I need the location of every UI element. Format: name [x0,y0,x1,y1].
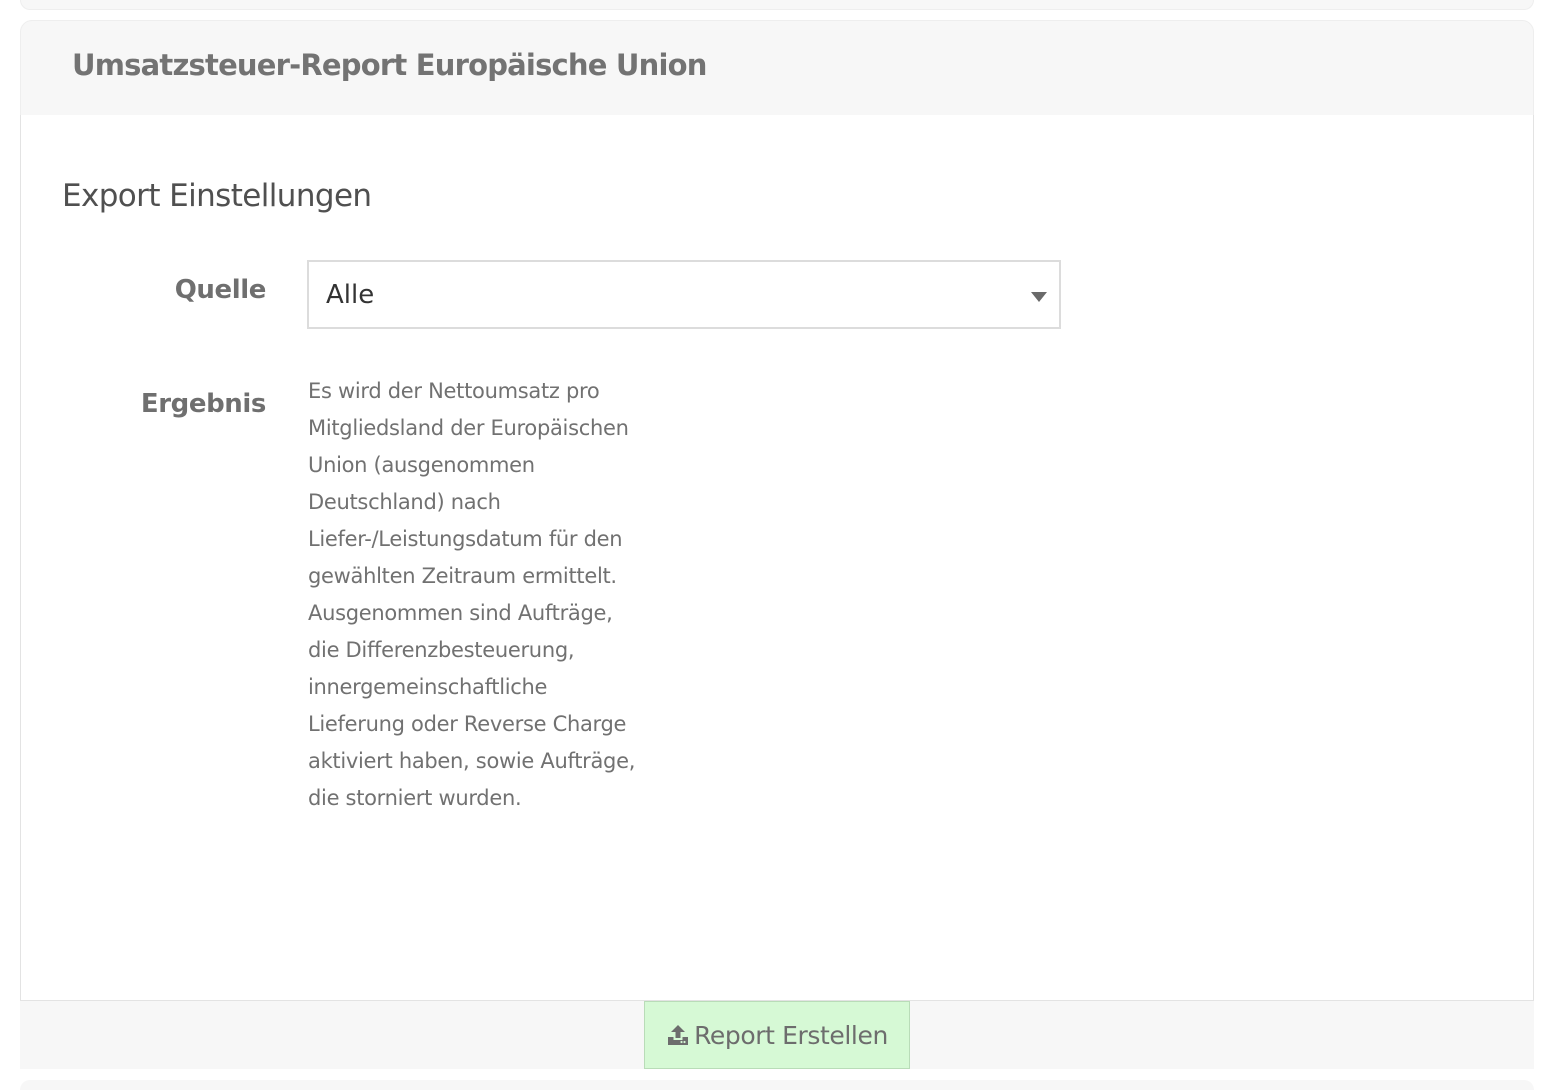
create-report-button[interactable]: Report Erstellen [644,1001,910,1069]
panel-body: Export Einstellungen Quelle Alle Ergebni… [20,115,1534,1001]
source-select[interactable]: Alle [307,260,1061,329]
page: Umsatzsteuer-Report Europäische Union Ex… [0,0,1554,1090]
next-panel-edge [20,1080,1534,1090]
result-label: Ergebnis [140,389,267,419]
previous-panel-edge [20,0,1534,10]
chevron-down-icon [1031,292,1047,302]
panel-footer: Report Erstellen [20,1001,1534,1069]
result-description: Es wird der Nettoumsatz pro Mitgliedslan… [308,379,636,810]
source-label: Quelle [174,275,267,305]
section-heading: Export Einstellungen [62,178,372,214]
source-select-value: Alle [326,280,375,310]
upload-icon [668,1025,689,1045]
panel-header: Umsatzsteuer-Report Europäische Union [20,20,1534,116]
create-report-button-label: Report Erstellen [694,1020,888,1050]
panel-title: Umsatzsteuer-Report Europäische Union [72,48,707,82]
